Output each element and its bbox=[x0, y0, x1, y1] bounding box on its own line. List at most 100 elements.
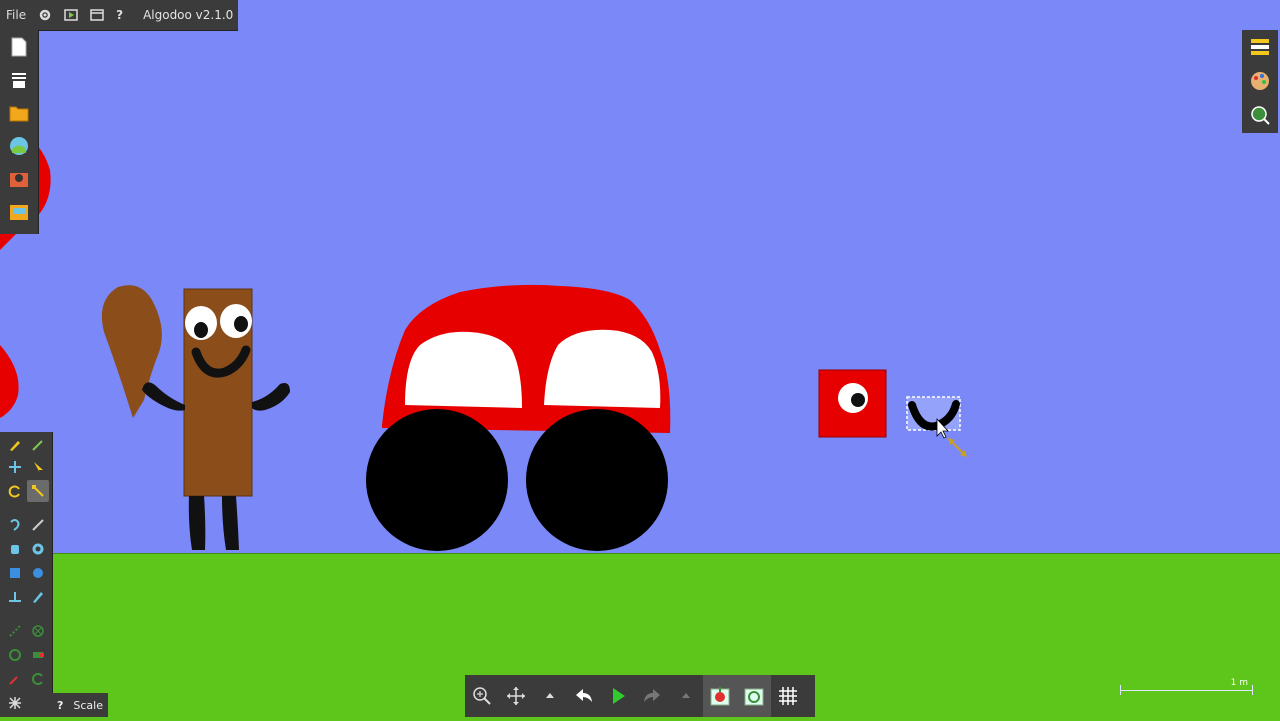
tool-panel bbox=[0, 432, 53, 717]
car-wheel-left bbox=[366, 409, 508, 551]
open-folder-icon bbox=[9, 106, 29, 121]
tool-chain[interactable] bbox=[27, 668, 49, 690]
tool-rope[interactable] bbox=[4, 514, 26, 536]
search-icon bbox=[1251, 106, 1270, 125]
open-button[interactable] bbox=[0, 96, 38, 129]
air-friction-button[interactable] bbox=[737, 675, 771, 717]
history-dropdown-button[interactable] bbox=[533, 675, 567, 717]
knife-icon bbox=[32, 519, 44, 531]
play-icon bbox=[613, 688, 625, 704]
simulation-settings-button[interactable] bbox=[58, 0, 84, 30]
grid-button[interactable] bbox=[771, 675, 805, 717]
appearance-icon bbox=[1251, 72, 1269, 90]
brush-icon bbox=[32, 440, 43, 451]
redo-icon bbox=[644, 689, 660, 702]
tool-thruster[interactable] bbox=[27, 644, 49, 666]
tool-fixate[interactable] bbox=[4, 620, 26, 642]
hand-icon bbox=[11, 545, 19, 554]
tool-brush[interactable] bbox=[27, 434, 49, 456]
question-icon: ? bbox=[116, 8, 124, 22]
scene-browser-icon bbox=[10, 136, 28, 155]
undo-button[interactable] bbox=[567, 675, 601, 717]
red-shape-left-edge-lower bbox=[0, 345, 19, 418]
gravity-toggle-button[interactable] bbox=[703, 675, 737, 717]
gear-icon bbox=[39, 9, 51, 21]
window-button[interactable] bbox=[84, 0, 110, 30]
zoom-icon bbox=[473, 687, 491, 705]
zoom-button[interactable] bbox=[465, 675, 499, 717]
algobox-button[interactable] bbox=[0, 162, 38, 195]
new-scene-button[interactable] bbox=[0, 30, 38, 63]
layers-button[interactable] bbox=[0, 63, 38, 96]
scale-tick-right bbox=[1252, 685, 1253, 695]
save-button[interactable] bbox=[0, 195, 38, 228]
box-icon bbox=[10, 568, 20, 578]
scale-indicator: 1 m bbox=[1118, 678, 1254, 698]
simulation-canvas[interactable] bbox=[0, 0, 1280, 720]
left-toolbar bbox=[0, 30, 39, 234]
pan-button[interactable] bbox=[499, 675, 533, 717]
gravity-toggle-icon bbox=[710, 687, 730, 706]
help-button[interactable]: ? bbox=[110, 0, 129, 30]
car-window-left bbox=[405, 331, 522, 408]
thruster-icon bbox=[33, 652, 44, 658]
undo-icon bbox=[576, 689, 592, 702]
plane-icon bbox=[9, 592, 21, 602]
pen-icon bbox=[33, 592, 43, 603]
play-button[interactable] bbox=[601, 675, 635, 717]
scale-label: Scale bbox=[73, 698, 103, 712]
chain-icon bbox=[9, 625, 21, 637]
redo-button[interactable] bbox=[635, 675, 669, 717]
gear-tool-icon bbox=[32, 543, 44, 555]
tool-hinge[interactable] bbox=[27, 620, 49, 642]
tool-rotate[interactable] bbox=[4, 480, 26, 502]
right-toolbar bbox=[1242, 30, 1278, 133]
scale-tick-left bbox=[1120, 685, 1121, 695]
pan-icon bbox=[507, 687, 525, 705]
tool-laser[interactable] bbox=[4, 668, 26, 690]
tool-pen[interactable] bbox=[27, 586, 49, 608]
character-right-arm bbox=[252, 383, 290, 411]
redo-dropdown-button[interactable] bbox=[669, 675, 703, 717]
tool-box[interactable] bbox=[4, 562, 26, 584]
file-menu[interactable]: File bbox=[0, 0, 32, 30]
character-left-leg bbox=[188, 496, 206, 550]
grid-icon bbox=[779, 687, 797, 705]
tool-cut[interactable] bbox=[27, 514, 49, 536]
tool-circle[interactable] bbox=[27, 562, 49, 584]
layers-icon bbox=[12, 72, 26, 88]
air-friction-icon bbox=[744, 688, 764, 706]
simulation-icon bbox=[64, 9, 78, 21]
tool-scale[interactable] bbox=[27, 480, 49, 502]
question-icon: ? bbox=[57, 698, 64, 712]
tool-eraser[interactable] bbox=[4, 692, 26, 714]
settings-button[interactable] bbox=[32, 0, 58, 30]
character-right-leg bbox=[222, 496, 239, 550]
tool-gear[interactable] bbox=[27, 538, 49, 560]
hinge-icon bbox=[32, 625, 44, 637]
character-left-arm bbox=[142, 382, 185, 411]
move-icon bbox=[9, 461, 21, 473]
properties-button[interactable] bbox=[1242, 30, 1278, 64]
circle-icon bbox=[33, 568, 43, 578]
history-dropdown-icon bbox=[546, 693, 554, 698]
appearance-button[interactable] bbox=[1242, 64, 1278, 98]
tool-drag[interactable] bbox=[27, 456, 49, 478]
scale-tool-icon bbox=[32, 485, 44, 497]
search-button[interactable] bbox=[1242, 98, 1278, 132]
rotate-icon bbox=[8, 485, 20, 498]
tracer-icon bbox=[9, 649, 21, 661]
scale-indicator-line bbox=[1120, 690, 1252, 691]
laser-icon bbox=[9, 676, 18, 685]
bottom-toolbar bbox=[465, 675, 815, 717]
scale-button[interactable]: ? Scale bbox=[52, 693, 108, 717]
app-title: Algodoo v2.1.0 bbox=[143, 8, 234, 22]
tool-move[interactable] bbox=[4, 456, 26, 478]
tool-spring[interactable] bbox=[4, 538, 26, 560]
sketch-icon bbox=[10, 441, 20, 451]
tool-tracer[interactable] bbox=[4, 644, 26, 666]
scene-browser-button[interactable] bbox=[0, 129, 38, 162]
tool-sketch[interactable] bbox=[4, 434, 26, 456]
resize-arrow-icon bbox=[948, 438, 967, 457]
tool-plane[interactable] bbox=[4, 586, 26, 608]
